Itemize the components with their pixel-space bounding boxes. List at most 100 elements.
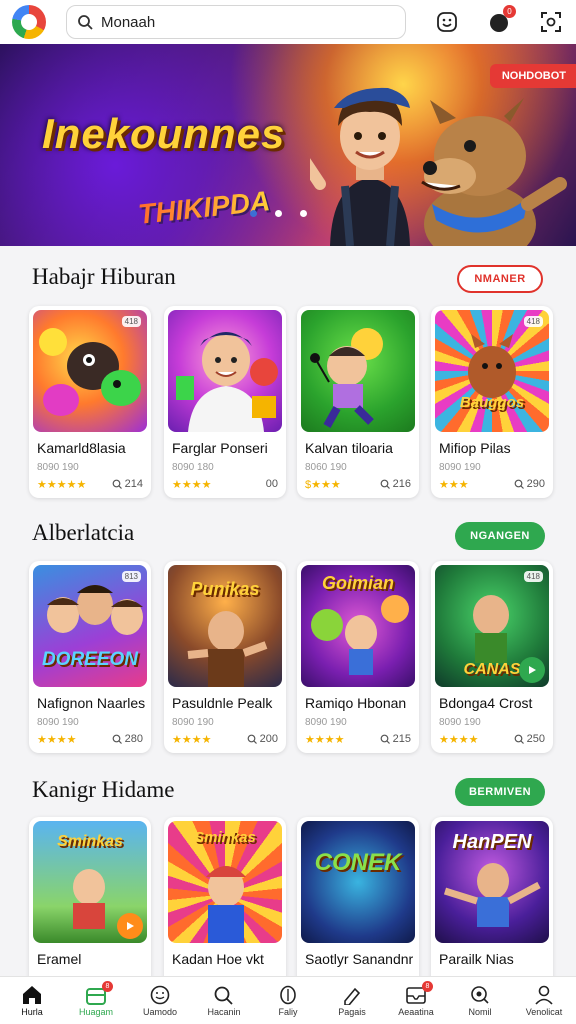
card-title: Eramel [37, 951, 82, 967]
play-button[interactable] [519, 657, 545, 683]
star-rating: $★★★ [305, 479, 341, 491]
game-thumbnail: Bauggos 418 [435, 310, 549, 432]
game-thumbnail: CONEK [301, 821, 415, 943]
card-corner-label: 418 [523, 316, 543, 327]
play-icon [529, 666, 536, 674]
game-card[interactable]: CANAS 418 Bdonga4 Crost 8090 190 ★★★★ 25… [431, 561, 553, 753]
hero-banner[interactable]: Inekounnes THIKIPDA THIKIPDA NOHDOBOT [0, 44, 576, 246]
section-more-button[interactable]: BERMIVEN [455, 778, 545, 806]
card-meta: 8060 190 [305, 462, 347, 473]
smile-icon[interactable] [434, 9, 460, 35]
app-logo[interactable] [12, 5, 46, 39]
nav-label: Aeaatina [398, 1007, 434, 1017]
nav-item-gift[interactable]: 8 Huagam [64, 977, 128, 1024]
views-count: 215 [392, 733, 411, 745]
nav-item-inbox[interactable]: 8 Aeaatina [384, 977, 448, 1024]
search-icon [380, 479, 390, 489]
card-views: 215 [380, 733, 411, 745]
nav-label: Pagais [338, 1007, 366, 1017]
star-rating: ★★★★ [172, 734, 212, 746]
carousel-dot[interactable] [275, 210, 282, 217]
nav-item-smile[interactable]: Uamodo [128, 977, 192, 1024]
thumbnail-logo: HanPEN [452, 831, 532, 853]
nav-item-home[interactable]: Hurla [0, 977, 64, 1024]
search-bar[interactable] [66, 5, 406, 39]
game-card[interactable]: Farglar Ponseri 8090 180 ★★★★ 00 [164, 306, 286, 498]
card-views: 214 [112, 478, 143, 490]
views-count: 290 [526, 478, 545, 490]
nav-item-pen[interactable]: Pagais [320, 977, 384, 1024]
game-thumbnail [301, 310, 415, 432]
card-title: Nafignon Naarles [37, 695, 146, 711]
hero-title: Inekounnes [42, 110, 286, 157]
search-icon [514, 479, 524, 489]
bottom-nav: Hurla 8 Huagam Uamodo Hacanin Faliy Paga… [0, 976, 576, 1024]
views-count: 280 [124, 733, 143, 745]
carousel-dots [250, 210, 307, 217]
views-count: 200 [259, 733, 278, 745]
card-title: Parailk Nias [439, 951, 514, 967]
carousel-dot[interactable] [250, 210, 257, 217]
game-thumbnail: CANAS 418 [435, 565, 549, 687]
search-input[interactable] [101, 13, 381, 31]
card-views: 216 [380, 478, 411, 490]
game-thumbnail: HanPEN [435, 821, 549, 943]
notification-icon[interactable]: 0 [486, 5, 516, 35]
star-rating: ★★★★ [37, 734, 77, 746]
thumbnail-logo: Sminkas [194, 829, 256, 846]
thumbnail-logo: Sminkas [57, 833, 123, 850]
card-title: Ramiqo Hbonan [305, 695, 407, 711]
nav-label: Hacanin [207, 1007, 241, 1017]
game-thumbnail: Sminkas [33, 821, 147, 943]
carousel-dot[interactable] [300, 210, 307, 217]
section-more-button[interactable]: NGANGEN [455, 522, 545, 550]
card-title: Farglar Ponseri [172, 440, 268, 456]
nav-badge: 8 [422, 981, 433, 992]
card-views: 280 [112, 733, 143, 745]
hero-tag[interactable]: NOHDOBOT [489, 64, 576, 88]
nav-item-shield[interactable]: Faliy [256, 977, 320, 1024]
card-meta: 8090 190 [439, 462, 481, 473]
game-card[interactable]: Goimian Ramiqo Hbonan 8090 190 ★★★★ 215 [297, 561, 419, 753]
card-meta: 8090 180 [172, 462, 214, 473]
card-corner-label: 813 [121, 571, 141, 582]
section-title: Alberlatcia [32, 520, 135, 545]
pen-icon [344, 987, 361, 1005]
search-icon [78, 15, 93, 30]
card-meta: 8090 190 [37, 717, 79, 728]
scan-icon[interactable] [538, 9, 564, 35]
game-card[interactable]: Bauggos 418 Mifiop Pilas 8090 190 ★★★ 29… [431, 306, 553, 498]
star-rating: ★★★ [439, 479, 469, 491]
nav-item-profile[interactable]: Venolicat [512, 977, 576, 1024]
nav-label: Huagam [78, 1007, 114, 1017]
search-icon [514, 734, 524, 744]
magnifier-icon [471, 986, 489, 1004]
card-title: Kamarld8lasia [37, 440, 126, 456]
nav-label: Faliy [278, 1007, 298, 1017]
nav-item-search[interactable]: Hacanin [192, 977, 256, 1024]
section-title: Habajr Hiburan [32, 264, 176, 289]
nav-label: Uamodo [142, 1007, 178, 1017]
game-thumbnail: Sminkas [168, 821, 282, 943]
section-more-button[interactable]: NMANER [457, 265, 543, 293]
play-button[interactable] [117, 913, 143, 939]
card-corner-label: 418 [523, 571, 543, 582]
game-thumbnail: DOREEON 813 [33, 565, 147, 687]
nav-badge: 8 [102, 981, 113, 992]
game-card[interactable]: Punikas Pasuldnle Pealk 8090 190 ★★★★ 20… [164, 561, 286, 753]
card-title: Kalvan tiloaria [305, 440, 393, 456]
star-rating: ★★★★ [305, 734, 345, 746]
hero-subtitle: THIKIPDA [136, 185, 272, 230]
smile-icon [150, 985, 170, 1005]
game-card[interactable]: 418 Kamarld8lasia 8090 190 ★★★★★ 214 [29, 306, 151, 498]
game-card[interactable]: DOREEON 813 Nafignon Naarles 8090 190 ★★… [29, 561, 151, 753]
star-rating: ★★★★ [172, 479, 212, 491]
nav-label: Hurla [21, 1007, 43, 1017]
nav-item-explore[interactable]: Nomil [448, 977, 512, 1024]
card-meta: 8090 190 [439, 717, 481, 728]
game-card[interactable]: Kalvan tiloaria 8060 190 $★★★ 216 [297, 306, 419, 498]
game-thumbnail: Goimian [301, 565, 415, 687]
views-count: 214 [124, 478, 143, 490]
card-title: Saotlyr Sanandnr [305, 951, 414, 967]
thumbnail-logo: CONEK [314, 849, 402, 876]
